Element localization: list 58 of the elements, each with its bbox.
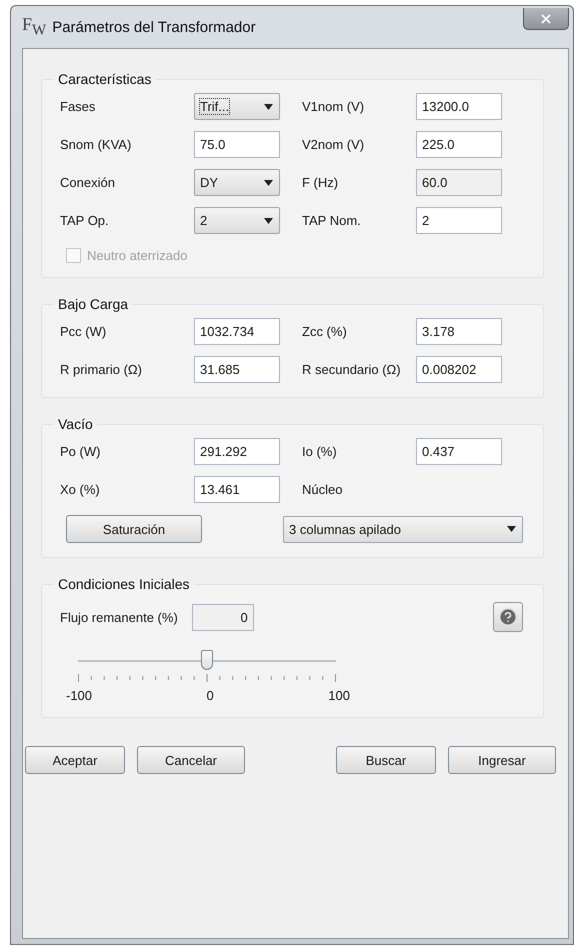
dropdown[interactable]: Trif... <box>194 93 280 120</box>
caret-icon <box>507 526 516 532</box>
input-field[interactable]: 0.008202 <box>416 356 502 383</box>
saturation-button[interactable]: Saturación <box>66 515 202 543</box>
checkbox-label: Neutro aterrizado <box>87 248 188 263</box>
input-field[interactable]: 2 <box>416 207 502 234</box>
field-label: Pcc (W) <box>60 324 108 339</box>
field-label: Po (W) <box>60 444 102 459</box>
dialog-button[interactable]: Aceptar <box>25 746 125 774</box>
app-logo: F$_{W}$ <box>22 14 46 40</box>
group-title: Condiciones Iniciales <box>57 576 191 592</box>
dialog-button[interactable]: Buscar <box>336 746 436 774</box>
input-field[interactable]: 0 <box>192 604 254 630</box>
field-label: Conexión <box>60 175 116 190</box>
input-field[interactable]: 13200.0 <box>416 93 502 120</box>
input-field[interactable]: 291.292 <box>194 438 280 465</box>
field-label: V2nom (V) <box>302 137 366 152</box>
slider-thumb[interactable] <box>201 650 213 670</box>
group-title: Bajo Carga <box>57 296 130 312</box>
input-field[interactable]: 31.685 <box>194 356 280 383</box>
input-field[interactable]: 225.0 <box>416 131 502 158</box>
field-label: Io (%) <box>302 444 338 459</box>
field-label: Fases <box>60 99 96 114</box>
tick-label: 100 <box>328 688 350 703</box>
caret-icon <box>264 104 273 110</box>
field-label: R secundario (Ω) <box>302 362 402 377</box>
field-label: Xo (%) <box>60 482 101 497</box>
field-label: V1nom (V) <box>302 99 366 114</box>
field-label: Zcc (%) <box>302 324 348 339</box>
field-label: Flujo remanente (%) <box>60 610 178 624</box>
close-icon <box>539 12 553 26</box>
tick-label: 0 <box>206 688 214 703</box>
input-field[interactable]: 1032.734 <box>194 318 280 345</box>
dropdown[interactable]: 2 <box>194 207 280 234</box>
dialog-button[interactable]: Cancelar <box>137 746 245 774</box>
field-label: TAP Nom. <box>302 213 362 228</box>
input-field[interactable]: 3.178 <box>416 318 502 345</box>
tick-label: -100 <box>66 688 92 703</box>
input-field[interactable]: 0.437 <box>416 438 502 465</box>
input-field[interactable]: 60.0 <box>416 169 502 196</box>
caret-icon <box>264 218 273 224</box>
caret-icon <box>264 180 273 186</box>
field-label: TAP Op. <box>60 213 110 228</box>
input-field[interactable]: 75.0 <box>194 131 280 158</box>
input-field[interactable]: 13.461 <box>194 476 280 503</box>
field-label: R primario (Ω) <box>60 362 143 377</box>
field-label: Núcleo <box>302 482 344 497</box>
group-title: Vacío <box>57 416 94 432</box>
dropdown[interactable]: 3 columnas apilado <box>283 516 523 542</box>
help-button[interactable] <box>493 602 523 632</box>
window-title: Parámetros del Transformador <box>52 18 257 36</box>
dropdown[interactable]: DY <box>194 169 280 196</box>
help-icon <box>498 607 518 627</box>
dialog-button[interactable]: Ingresar <box>448 746 556 774</box>
group-title: Características <box>57 71 152 87</box>
close-button[interactable] <box>523 8 569 30</box>
field-label: F (Hz) <box>302 175 340 190</box>
field-label: Snom (KVA) <box>60 137 132 152</box>
